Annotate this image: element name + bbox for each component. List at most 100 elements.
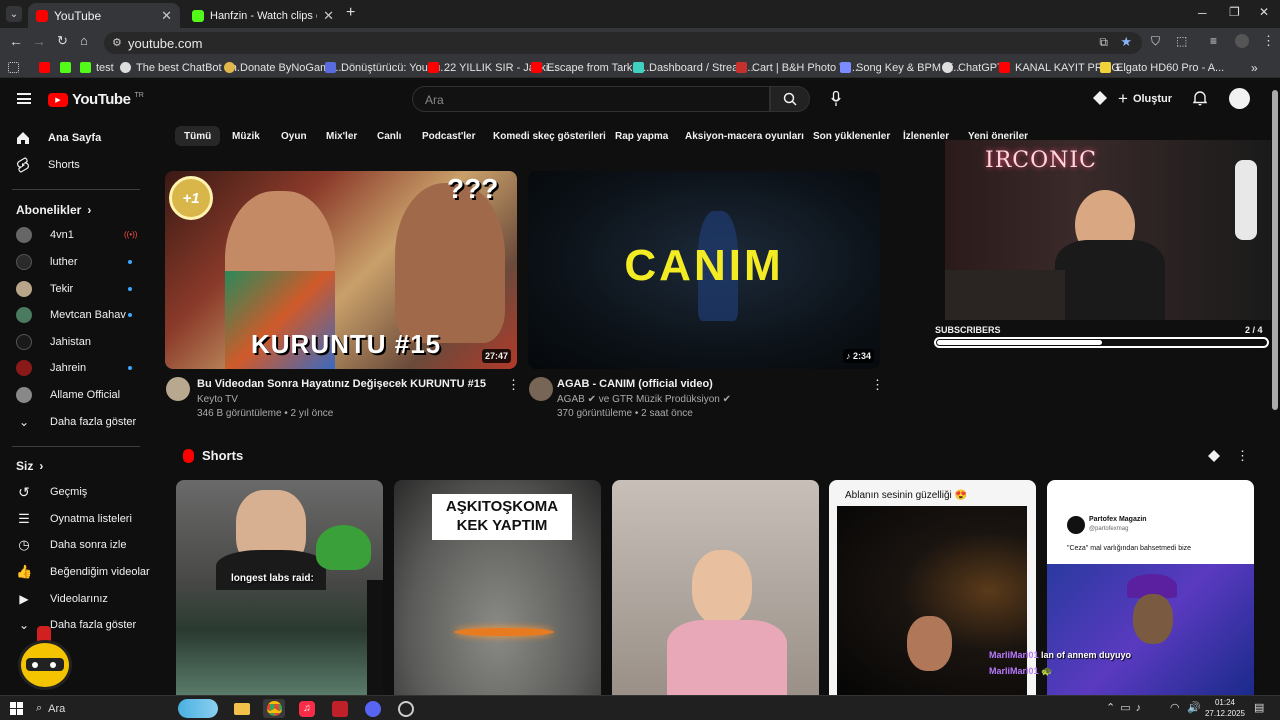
new-tab-button[interactable]: +: [346, 4, 355, 22]
bookmark-test[interactable]: test: [80, 60, 114, 75]
chip-recently-uploaded[interactable]: Son yüklenenler: [804, 126, 899, 146]
bookmark-star-icon[interactable]: ★: [1120, 34, 1132, 50]
you-header[interactable]: Siz ›: [16, 459, 43, 473]
volume-icon[interactable]: 🔊: [1187, 701, 1201, 714]
shorts-ai-icon[interactable]: [1208, 450, 1220, 462]
channel-name[interactable]: AGAB ✔ ve GTR Müzik Prodüksiyon ✔: [557, 394, 731, 405]
sidebar-item-jahrein[interactable]: Jahrein: [16, 356, 86, 380]
chip-action-adventure[interactable]: Aksiyon-macera oyunları: [676, 126, 813, 146]
sidebar-item-jahistan[interactable]: Jahistan: [16, 330, 91, 354]
system-tray-icons[interactable]: ⌃▭♪: [1106, 701, 1146, 714]
search-button[interactable]: [770, 86, 810, 112]
chip-live[interactable]: Canlı: [368, 126, 410, 146]
chip-comedy[interactable]: Komedi skeç gösterileri: [484, 126, 615, 146]
chrome-icon[interactable]: [263, 699, 285, 718]
youtube-logo[interactable]: ▶ YouTube TR: [48, 91, 144, 108]
sidebar-item-label: Jahrein: [50, 362, 87, 374]
home-button-icon[interactable]: ⌂: [80, 33, 88, 48]
wifi-icon[interactable]: ◠: [1170, 701, 1180, 714]
sidebar-item-mevtcan[interactable]: Mevtcan Bahav: [16, 303, 126, 327]
apps-grid-icon[interactable]: [8, 60, 19, 75]
sidebar-item-shorts[interactable]: Shorts: [16, 153, 80, 177]
cast-ai-icon[interactable]: [1093, 91, 1107, 105]
voice-search-button[interactable]: [824, 87, 848, 111]
profile-avatar[interactable]: [1235, 34, 1249, 48]
restore-window-icon[interactable]: ❐: [1229, 5, 1240, 19]
video-menu-icon[interactable]: ⋮: [871, 377, 884, 393]
video-thumbnail[interactable]: +1 ?⁠?⁠? KURUNTU #15 27:47: [165, 171, 517, 369]
cast-icon[interactable]: ⧉: [1099, 35, 1108, 50]
short-card[interactable]: Ablanın sesinin güzelliği 😍: [829, 480, 1036, 695]
extensions-icon[interactable]: ⬚: [1176, 34, 1187, 48]
shield-icon[interactable]: ⛉: [1151, 34, 1160, 49]
close-tab-icon[interactable]: ✕: [323, 8, 334, 24]
obs-icon[interactable]: [395, 699, 417, 718]
video-thumbnail[interactable]: CANIM ♪ 2:34: [528, 171, 880, 369]
sidebar-item-allame[interactable]: Allame Official: [16, 383, 120, 407]
sidebar-item-playlists[interactable]: ☰ Oynatma listeleri: [16, 507, 132, 531]
clock[interactable]: 01:24 27.12.2025: [1200, 697, 1250, 719]
sidebar-item-home[interactable]: Ana Sayfa: [16, 126, 101, 150]
site-info-icon[interactable]: ⚙: [112, 36, 122, 49]
channel-avatar[interactable]: [166, 377, 190, 401]
sidebar-divider: [12, 446, 140, 447]
hamburger-menu-icon[interactable]: [17, 93, 31, 104]
minimize-window-icon[interactable]: ─: [1198, 6, 1207, 20]
tab-search-button[interactable]: ⌄: [6, 6, 22, 22]
address-bar[interactable]: ⚙ youtube.com ⧉ ★: [104, 32, 1142, 54]
tab-youtube[interactable]: YouTube ✕: [28, 3, 180, 28]
chip-rap[interactable]: Rap yapma: [606, 126, 677, 146]
short-card[interactable]: Partofex Magazin @partofexmag "Ceza" mal…: [1047, 480, 1254, 695]
forward-arrow-icon[interactable]: →: [32, 33, 46, 49]
tab-kick[interactable]: Hanfzin - Watch clips on Kick ✕: [184, 3, 342, 28]
bookmark-kick[interactable]: [60, 60, 71, 75]
account-avatar[interactable]: [1229, 88, 1250, 109]
voicemod-icon[interactable]: [329, 699, 351, 718]
file-explorer-icon[interactable]: [231, 699, 253, 718]
url-text[interactable]: youtube.com: [128, 36, 202, 51]
chip-all[interactable]: Tümü: [175, 126, 221, 146]
channel-name[interactable]: Keyto TV: [197, 394, 238, 405]
sidebar-item-your-videos[interactable]: ▶ Videolarınız: [16, 587, 108, 611]
chip-mixes[interactable]: Mix'ler: [317, 126, 366, 146]
sidebar-item-watch-later[interactable]: ◷ Daha sonra izle: [16, 533, 126, 557]
shorts-menu-icon[interactable]: ⋮: [1236, 448, 1249, 464]
chip-podcasts[interactable]: Podcast'ler: [413, 126, 485, 146]
back-arrow-icon[interactable]: ←: [9, 33, 23, 49]
bookmark-chatgpt[interactable]: ChatGPT: [942, 60, 1004, 75]
short-card[interactable]: longest labs raid:: [176, 480, 383, 695]
close-tab-icon[interactable]: ✕: [161, 8, 172, 24]
bookmark-youtube[interactable]: [39, 60, 50, 75]
sidebar-item-liked[interactable]: 👍 Beğendiğim videolar: [16, 560, 150, 584]
notification-center-icon[interactable]: ▤: [1254, 701, 1264, 714]
create-button[interactable]: + Oluştur: [1118, 89, 1172, 109]
sidebar-item-luther[interactable]: luther: [16, 250, 78, 274]
reload-icon[interactable]: ↻: [57, 33, 68, 49]
widgets-icon[interactable]: [178, 699, 218, 718]
video-menu-icon[interactable]: ⋮: [507, 377, 520, 393]
start-windows-icon[interactable]: [10, 702, 23, 715]
chip-gaming[interactable]: Oyun: [272, 126, 316, 146]
more-bookmarks-icon[interactable]: »: [1251, 60, 1258, 75]
reading-list-icon[interactable]: ≡: [1210, 34, 1217, 48]
avatar: [16, 334, 32, 350]
sidebar-item-history[interactable]: ↺ Geçmiş: [16, 480, 87, 504]
search-input[interactable]: Ara: [412, 86, 770, 112]
sidebar-item-4vn1[interactable]: 4vn1: [16, 223, 74, 247]
more-menu-icon[interactable]: ⋮: [1262, 33, 1275, 49]
channel-avatar[interactable]: [529, 377, 553, 401]
show-more-subscriptions[interactable]: ⌄ Daha fazla göster: [16, 410, 136, 434]
subscriptions-header[interactable]: Abonelikler ›: [16, 203, 91, 217]
notifications-bell-icon[interactable]: [1192, 90, 1208, 111]
video-title[interactable]: Bu Videodan Sonra Hayatınız Değişecek KU…: [197, 378, 486, 390]
short-card[interactable]: [612, 480, 819, 695]
page-scrollbar[interactable]: [1272, 90, 1278, 410]
chip-music[interactable]: Müzik: [223, 126, 269, 146]
close-window-icon[interactable]: ✕: [1259, 5, 1269, 19]
discord-icon[interactable]: [362, 699, 384, 718]
video-title[interactable]: AGAB - CANIM (official video): [557, 378, 713, 390]
sidebar-item-tekir[interactable]: Tekir: [16, 277, 73, 301]
short-card[interactable]: AŞKITOŞKOMA KEK YAPTIM: [394, 480, 601, 695]
bookmark-elgato[interactable]: Elgato HD60 Pro - A...: [1100, 60, 1224, 75]
music-app-icon[interactable]: ♫: [296, 699, 318, 718]
